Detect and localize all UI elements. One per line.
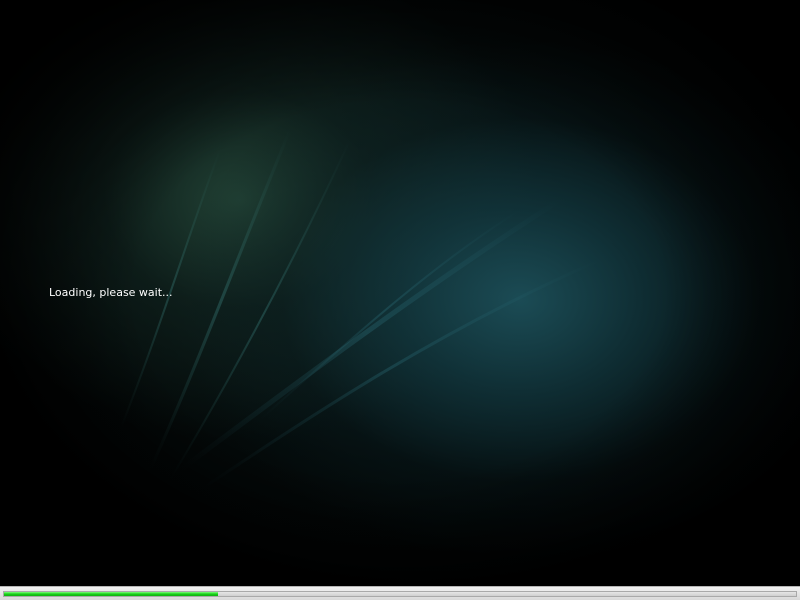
background-light-streaks xyxy=(119,129,601,492)
loading-message: Loading, please wait... xyxy=(49,286,173,299)
progress-track xyxy=(3,591,797,597)
boot-screen: Loading, please wait... xyxy=(0,0,800,600)
progress-bar xyxy=(0,586,800,600)
progress-fill xyxy=(4,592,218,596)
